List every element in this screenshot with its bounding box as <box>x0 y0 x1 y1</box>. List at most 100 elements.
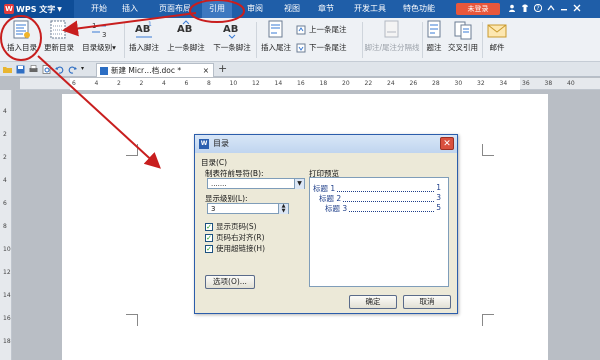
redo-icon[interactable] <box>68 65 77 76</box>
show-page-numbers-checkbox[interactable]: ✓ 显示页码(S) <box>205 221 257 232</box>
menu-developer[interactable]: 开发工具 <box>348 0 392 18</box>
ruler-tick-label: 8 <box>207 80 211 87</box>
footnote-separator-label: 脚注/尾注分隔线 <box>364 43 420 52</box>
dialog-close-button[interactable]: ✕ <box>440 137 454 150</box>
update-toc-icon <box>50 20 66 39</box>
next-footnote-label: 下一条脚注 <box>213 43 251 52</box>
menu-insert[interactable]: 插入 <box>116 0 144 18</box>
chevron-down-icon: ▾ <box>112 43 116 52</box>
cross-reference-button[interactable]: 交叉引用 <box>446 20 480 60</box>
ruler-tick-label: 2 <box>3 131 7 138</box>
margin-corner <box>482 314 494 326</box>
insert-footnote-button[interactable]: AB 1 插入脚注 <box>126 20 162 60</box>
use-hyperlinks-checkbox[interactable]: ✓ 使用超链接(H) <box>205 243 265 254</box>
caption-button[interactable]: 题注 <box>422 20 446 60</box>
close-icon[interactable] <box>573 4 581 12</box>
menu-review[interactable]: 审阅 <box>240 0 270 18</box>
margin-corner <box>126 144 138 156</box>
preview-icon[interactable] <box>42 65 51 76</box>
chevron-down-icon[interactable]: ▼ <box>294 179 304 189</box>
mail-button[interactable]: 邮件 <box>484 20 510 60</box>
cancel-button[interactable]: 取消 <box>403 295 451 309</box>
app-menu-button[interactable]: W WPS 文字 ▼ <box>0 0 74 18</box>
user-icon[interactable] <box>508 4 516 12</box>
prev-footnote-button[interactable]: AB 上一条脚注 <box>164 20 208 60</box>
ruler-tick-label: 2 <box>117 80 121 87</box>
login-button[interactable]: 未登录 <box>456 3 500 15</box>
menu-special[interactable]: 特色功能 <box>396 0 442 18</box>
ruler-tick-label: 32 <box>477 80 485 87</box>
leader-select[interactable]: ....... ▼ <box>207 178 305 189</box>
insert-footnote-label: 插入脚注 <box>129 43 159 52</box>
dialog-title: 目录 <box>213 139 229 148</box>
ruler-tick-label: 24 <box>387 80 395 87</box>
insert-endnote-button[interactable]: 插入尾注 <box>258 20 294 60</box>
ruler-tick-label: 6 <box>72 80 76 87</box>
references-ribbon: 插入目录 更新目录 13 目录级别▾ AB 1 插入脚注 AB 上一条脚注 AB … <box>0 18 600 62</box>
minimize-icon[interactable] <box>560 4 568 12</box>
chevron-down-icon: ▼ <box>57 5 62 13</box>
horizontal-ruler[interactable]: 6 4 2 2 4 6 8 10 12 14 16 18 20 22 24 26 28 30 32 34 36 38 40 <box>20 78 600 90</box>
menu-view[interactable]: 视图 <box>278 0 306 18</box>
menu-home[interactable]: 开始 <box>84 0 114 18</box>
document-tab[interactable]: 新建 Micr…档.doc * × <box>96 63 214 77</box>
menu-references[interactable]: 引用 <box>202 0 232 18</box>
print-icon[interactable] <box>29 65 38 76</box>
endnote-icon <box>268 20 283 38</box>
ruler-tick-label: 4 <box>3 177 7 184</box>
toc-level-icon: 13 <box>92 22 106 39</box>
use-hyperlinks-label: 使用超链接(H) <box>216 244 265 253</box>
chevron-up-icon[interactable] <box>547 4 555 12</box>
new-tab-button[interactable]: + <box>218 62 227 76</box>
undo-icon[interactable] <box>55 65 64 76</box>
preview-row-page: 5 <box>436 203 441 212</box>
next-footnote-button[interactable]: AB 下一条脚注 <box>210 20 254 60</box>
checkmark-icon: ✓ <box>205 244 213 253</box>
insert-endnote-label: 插入尾注 <box>261 43 291 52</box>
prev-endnote-button[interactable]: 上一条尾注 <box>296 24 347 35</box>
dialog-titlebar[interactable]: W 目录 ✕ <box>195 135 457 153</box>
next-footnote-icon: AB <box>223 24 238 39</box>
leader-value: ....... <box>211 180 227 188</box>
ruler-tick-label: 20 <box>342 80 350 87</box>
wps-logo-icon: W <box>199 139 209 149</box>
options-button[interactable]: 选项(O)... <box>205 275 255 289</box>
ruler-tick-label: 22 <box>364 80 373 87</box>
svg-text:1: 1 <box>148 21 152 28</box>
save-icon[interactable] <box>16 65 25 76</box>
next-endnote-button[interactable]: 下一条尾注 <box>296 42 347 53</box>
ruler-tick-label: 2 <box>139 80 144 87</box>
menu-section[interactable]: 章节 <box>312 0 340 18</box>
close-tab-icon[interactable]: × <box>203 64 209 77</box>
show-page-numbers-label: 显示页码(S) <box>216 222 257 231</box>
document-tab-title: 新建 Micr…档.doc * <box>111 66 182 75</box>
svg-text:AB: AB <box>177 24 192 35</box>
prev-endnote-icon <box>296 25 306 34</box>
level-spinner[interactable]: 3 ▲ ▼ <box>207 203 289 214</box>
help-icon[interactable]: ? <box>533 3 543 12</box>
ruler-tick-label: 38 <box>544 80 553 87</box>
right-align-checkbox[interactable]: ✓ 页码右对齐(R) <box>205 232 265 243</box>
open-folder-icon[interactable] <box>3 65 12 76</box>
ruler-tick-label: 34 <box>499 80 508 87</box>
ruler-tick-label: 8 <box>3 223 7 230</box>
ruler-tick-label: 28 <box>432 80 440 87</box>
vertical-ruler[interactable]: 4 2 2 4 6 8 10 12 14 16 18 <box>0 90 12 360</box>
menu-page-layout[interactable]: 页面布局 <box>152 0 198 18</box>
footnote-separator-button[interactable]: 脚注/尾注分隔线 <box>364 20 420 60</box>
preview-row-text: 标题 3 <box>325 204 348 213</box>
quick-access-dropdown-icon[interactable]: ▾ <box>81 65 84 76</box>
shirt-icon[interactable] <box>521 4 529 12</box>
cross-reference-label: 交叉引用 <box>448 43 478 52</box>
spinner-arrows-icon[interactable]: ▲ ▼ <box>278 204 288 214</box>
insert-toc-button[interactable]: 插入目录 <box>4 20 40 60</box>
update-toc-label: 更新目录 <box>44 43 74 52</box>
toc-level-button[interactable]: 13 目录级别▾ <box>78 20 120 60</box>
svg-text:1: 1 <box>92 22 96 30</box>
app-title: WPS 文字 <box>16 4 56 14</box>
ruler-tick-label: 4 <box>162 80 166 87</box>
preview-row: 标题 3 5 <box>325 203 441 214</box>
update-toc-button[interactable]: 更新目录 <box>42 20 76 60</box>
tab-bar: ▾ 新建 Micr…档.doc * × + <box>0 62 600 77</box>
ok-button[interactable]: 确定 <box>349 295 397 309</box>
